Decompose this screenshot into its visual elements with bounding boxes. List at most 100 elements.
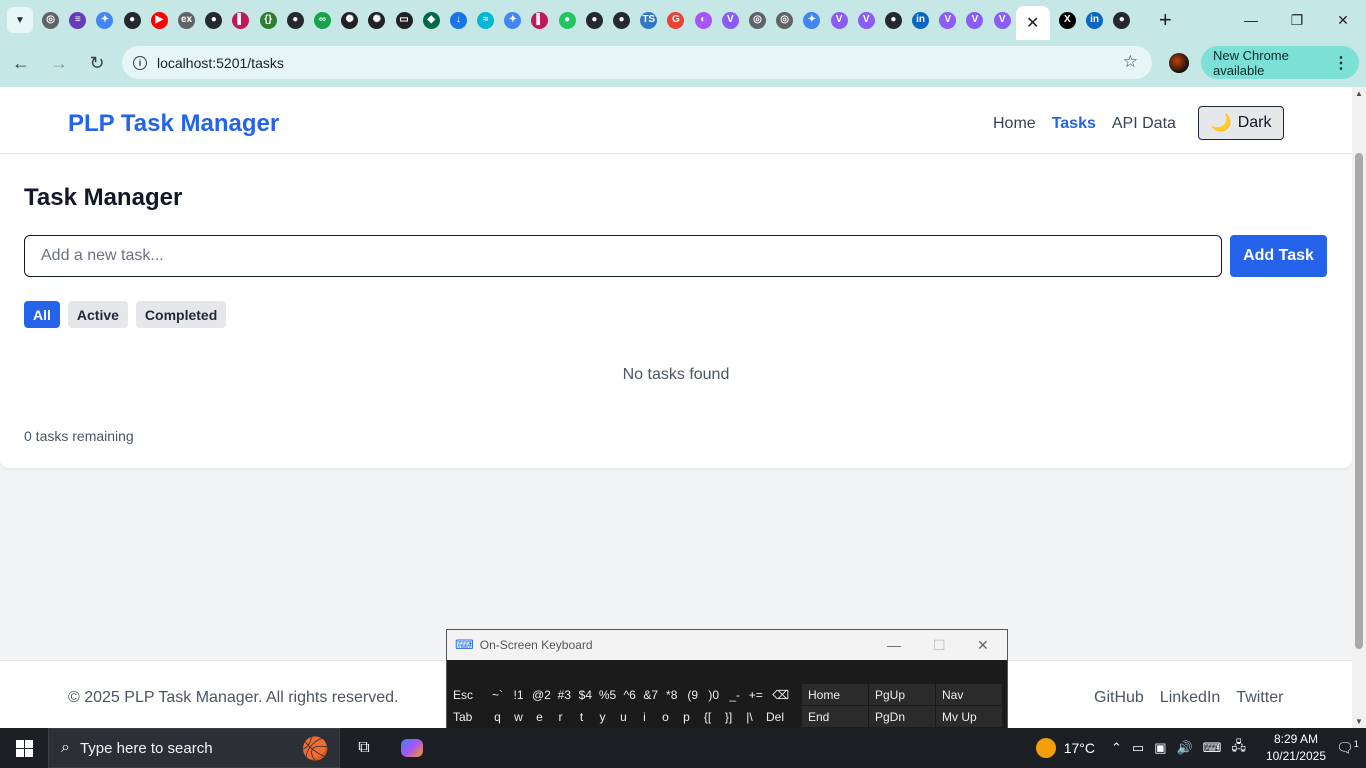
osk-key[interactable]: Tab [447, 706, 487, 727]
new-task-input[interactable] [24, 235, 1222, 277]
chevron-up-icon[interactable]: ⌃ [1111, 740, 1122, 756]
browser-tab[interactable]: ▶ [146, 0, 173, 40]
browser-tab[interactable]: ● [581, 0, 608, 40]
osk-close-icon[interactable]: ✕ [977, 637, 989, 654]
page-scrollbar[interactable]: ▲ ▼ [1352, 87, 1366, 728]
osk-maximize-icon[interactable]: ☐ [933, 637, 946, 654]
browser-tab[interactable]: V [717, 0, 744, 40]
address-bar[interactable]: i localhost:5201/tasks ☆ [122, 46, 1152, 79]
osk-key[interactable]: *8 [661, 684, 683, 705]
taskbar-search-box[interactable]: ⌕ Type here to search 🏀 [48, 728, 340, 768]
temperature[interactable]: 17°C [1064, 740, 1095, 756]
browser-tab[interactable]: ● [880, 0, 907, 40]
browser-tab[interactable]: ● [282, 0, 309, 40]
volume-icon[interactable]: 🔊 [1176, 740, 1192, 756]
browser-tab[interactable]: ∞ [309, 0, 336, 40]
restore-icon[interactable]: ❐ [1274, 0, 1320, 40]
touch-keyboard-icon[interactable]: ⌨ [1203, 740, 1222, 756]
browser-tab[interactable]: ● [1108, 0, 1135, 40]
browser-tab[interactable]: ✦ [499, 0, 526, 40]
osk-key[interactable]: Del [760, 706, 800, 727]
osk-minimize-icon[interactable]: — [887, 637, 901, 653]
network-icon[interactable]: 🖧 [1231, 737, 1246, 759]
close-tab-icon[interactable]: ✕ [1026, 13, 1039, 33]
osk-key[interactable]: w [508, 706, 529, 727]
theme-toggle-button[interactable]: 🌙 Dark [1198, 106, 1284, 140]
osk-nav-key[interactable]: Home [802, 684, 868, 705]
osk-key[interactable]: %5 [595, 684, 620, 705]
browser-tab[interactable]: ex [173, 0, 200, 40]
chrome-update-button[interactable]: New Chrome available ⋮ [1201, 46, 1359, 79]
minimize-icon[interactable]: — [1228, 0, 1274, 40]
browser-tab[interactable]: ● [200, 0, 227, 40]
osk-key[interactable]: $4 [574, 684, 596, 705]
browser-tab[interactable]: ◐ [690, 0, 717, 40]
osk-key[interactable]: {[ [697, 706, 718, 727]
browser-tab[interactable]: ✺ [363, 0, 390, 40]
battery-icon[interactable]: ▭ [1132, 740, 1144, 756]
browser-tab[interactable]: V [825, 0, 852, 40]
osk-key[interactable]: ~` [487, 684, 508, 705]
osk-key[interactable]: }] [718, 706, 739, 727]
browser-tab[interactable]: G [662, 0, 689, 40]
copilot-icon[interactable] [388, 739, 436, 757]
browser-tab[interactable]: ◎ [744, 0, 771, 40]
osk-nav-key[interactable]: PgDn [869, 706, 935, 727]
filter-completed-button[interactable]: Completed [135, 301, 227, 328]
browser-tab[interactable]: ◆ [418, 0, 445, 40]
start-button[interactable] [0, 728, 48, 768]
scroll-down-icon[interactable]: ▼ [1355, 717, 1363, 726]
tab-search-button[interactable]: ▼ [7, 7, 33, 33]
site-info-icon[interactable]: i [125, 55, 155, 70]
footer-link-linkedin[interactable]: LinkedIn [1160, 689, 1221, 707]
browser-tab[interactable]: X [1054, 0, 1081, 40]
browser-tab[interactable]: V [934, 0, 961, 40]
osk-titlebar[interactable]: ⌨ On-Screen Keyboard — ☐ ✕ [447, 630, 1007, 660]
meet-now-icon[interactable]: ▣ [1154, 740, 1166, 756]
osk-nav-key[interactable]: Nav [936, 684, 1002, 705]
browser-tab[interactable]: ● [608, 0, 635, 40]
browser-tab[interactable]: ◎ [37, 0, 64, 40]
browser-tab[interactable]: in [1081, 0, 1108, 40]
osk-key[interactable]: q [487, 706, 508, 727]
osk-key[interactable]: )0 [703, 684, 725, 705]
brand-logo[interactable]: PLP Task Manager [68, 110, 279, 138]
task-view-icon[interactable]: ⧉ [340, 739, 388, 757]
weather-icon[interactable] [1035, 738, 1056, 758]
osk-key[interactable]: o [655, 706, 676, 727]
osk-key[interactable]: &7 [640, 684, 662, 705]
browser-tab[interactable]: ✦ [91, 0, 118, 40]
browser-tab[interactable]: ▭ [390, 0, 417, 40]
osk-key[interactable]: += [745, 684, 767, 705]
browser-tab[interactable]: in [907, 0, 934, 40]
osk-nav-key[interactable]: End [802, 706, 868, 727]
osk-key[interactable]: i [634, 706, 655, 727]
browser-tab[interactable]: V [961, 0, 988, 40]
forward-button[interactable]: → [42, 47, 76, 81]
browser-tab[interactable]: ● [119, 0, 146, 40]
browser-tab[interactable]: ≡ [64, 0, 91, 40]
url-text[interactable]: localhost:5201/tasks [157, 55, 284, 71]
close-window-icon[interactable]: ✕ [1320, 0, 1366, 40]
browser-tab[interactable]: ≈ [472, 0, 499, 40]
basketball-icon[interactable]: 🏀 [302, 736, 329, 762]
filter-active-button[interactable]: Active [67, 301, 128, 328]
bookmark-star-icon[interactable]: ☆ [1123, 52, 1138, 72]
footer-link-twitter[interactable]: Twitter [1236, 689, 1283, 707]
browser-tab[interactable]: TS [635, 0, 662, 40]
active-tab[interactable]: ✕ [1015, 6, 1050, 40]
more-menu-icon[interactable]: ⋮ [1333, 53, 1349, 73]
filter-all-button[interactable]: All [24, 301, 60, 328]
footer-link-github[interactable]: GitHub [1094, 689, 1144, 707]
browser-tab[interactable]: ● [554, 0, 581, 40]
browser-tab[interactable]: V [853, 0, 880, 40]
new-tab-button[interactable]: + [1152, 7, 1178, 33]
profile-avatar[interactable] [1169, 53, 1189, 73]
browser-tab[interactable]: {} [255, 0, 282, 40]
osk-nav-key[interactable]: PgUp [869, 684, 935, 705]
osk-key[interactable]: y [592, 706, 613, 727]
osk-key[interactable]: p [676, 706, 697, 727]
browser-tab[interactable]: ◎ [771, 0, 798, 40]
scrollbar-thumb[interactable] [1355, 153, 1363, 649]
scroll-up-icon[interactable]: ▲ [1355, 89, 1363, 98]
